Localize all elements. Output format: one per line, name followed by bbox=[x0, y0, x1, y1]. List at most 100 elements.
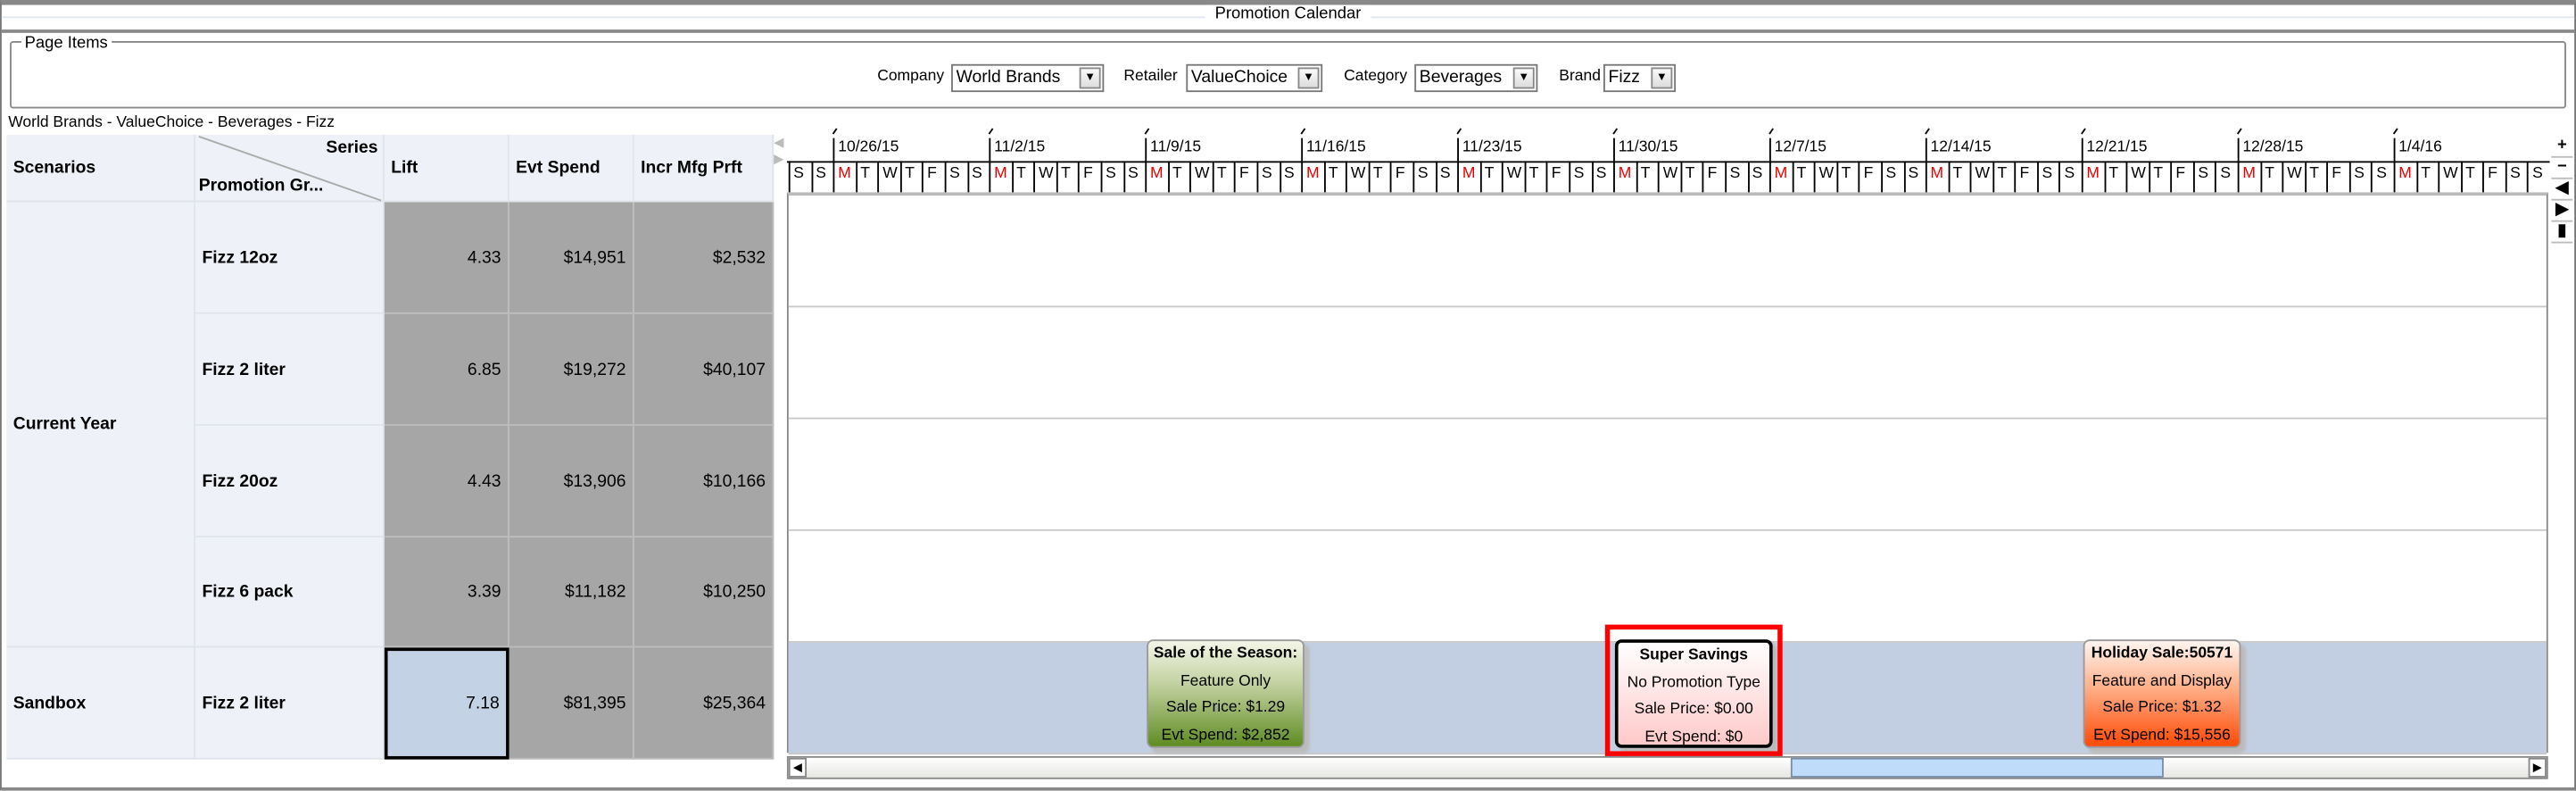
value-cell[interactable]: $25,364 bbox=[634, 647, 774, 760]
week-label: 10/26/15 bbox=[832, 137, 899, 162]
day-cell: M bbox=[2081, 161, 2104, 193]
scenario-sandbox: Sandbox bbox=[6, 647, 196, 760]
day-cell: T bbox=[2103, 161, 2126, 193]
card-type: Feature and Display bbox=[2091, 671, 2232, 690]
day-cell: T bbox=[1212, 161, 1234, 193]
day-cell: F bbox=[2482, 161, 2506, 193]
value-cell[interactable]: $13,906 bbox=[509, 425, 634, 538]
day-cell: W bbox=[877, 161, 900, 193]
company-label: Company bbox=[877, 67, 945, 86]
value-cell[interactable]: $40,107 bbox=[634, 313, 774, 426]
value-cell[interactable]: 4.33 bbox=[384, 202, 509, 314]
day-cell: S bbox=[944, 161, 967, 193]
day-cell: T bbox=[1323, 161, 1346, 193]
day-cell: S bbox=[810, 161, 833, 193]
scrollbar-thumb[interactable] bbox=[1790, 757, 2164, 778]
day-cell: T bbox=[1524, 161, 1546, 193]
value-cell[interactable]: $10,250 bbox=[634, 537, 774, 648]
category-value: Beverages bbox=[1419, 67, 1503, 87]
calendar-row bbox=[788, 307, 2547, 420]
day-cell: W bbox=[1189, 161, 1212, 193]
day-cell: W bbox=[1969, 161, 1992, 193]
promo-card-sale-of-the-season[interactable]: Sale of the Season: Feature Only Sale Pr… bbox=[1147, 639, 1305, 748]
day-cell: T bbox=[1167, 161, 1190, 193]
day-cell: S bbox=[1412, 161, 1435, 193]
day-cell: F bbox=[1390, 161, 1412, 193]
day-cell: F bbox=[2014, 161, 2037, 193]
value-cell[interactable]: 7.18 bbox=[384, 647, 509, 760]
day-cell: S bbox=[2348, 161, 2372, 193]
card-spend: Evt Spend: $15,556 bbox=[2093, 725, 2231, 745]
value-cell[interactable]: $10,166 bbox=[634, 425, 774, 538]
category-label: Category bbox=[1344, 67, 1408, 86]
week-label: 12/7/15 bbox=[1769, 137, 1826, 162]
scroll-back-icon[interactable]: ◀ bbox=[2551, 179, 2573, 201]
value-cell[interactable]: 3.39 bbox=[384, 537, 509, 648]
day-cell: S bbox=[1569, 161, 1591, 193]
zoom-out-icon[interactable]: − bbox=[2551, 158, 2573, 179]
day-cell: W bbox=[1502, 161, 1524, 193]
day-cell: S bbox=[1122, 161, 1146, 193]
day-cell: S bbox=[2192, 161, 2216, 193]
column-header-incr-mfg-prft[interactable]: Incr Mfg Prft bbox=[634, 134, 774, 203]
day-cell: S bbox=[1100, 161, 1123, 193]
scenario-current-year: Current Year bbox=[6, 202, 196, 648]
day-cell: T bbox=[1992, 161, 2015, 193]
company-select[interactable]: World Brands ▼ bbox=[951, 63, 1105, 93]
day-cell: M bbox=[1457, 161, 1479, 193]
scroll-right-icon[interactable]: ▶ bbox=[2528, 757, 2547, 778]
day-cell: S bbox=[1747, 161, 1769, 193]
today-icon[interactable]: ▮ bbox=[2551, 222, 2573, 244]
scroll-left-icon[interactable]: ◀ bbox=[788, 757, 808, 778]
week-label: 12/28/15 bbox=[2237, 137, 2303, 162]
value-cell[interactable]: $11,182 bbox=[509, 537, 634, 648]
day-cell: M bbox=[1926, 161, 1948, 193]
day-cell: T bbox=[1011, 161, 1034, 193]
category-select[interactable]: Beverages ▼ bbox=[1414, 63, 1538, 93]
day-cell: T bbox=[2259, 161, 2282, 193]
day-cell: W bbox=[2282, 161, 2305, 193]
horizontal-scrollbar[interactable]: ◀ ▶ bbox=[786, 755, 2548, 779]
day-cell: M bbox=[1613, 161, 1636, 193]
value-cell[interactable]: $14,951 bbox=[509, 202, 634, 314]
selected-event-highlight bbox=[1604, 624, 1783, 756]
card-title: Sale of the Season: bbox=[1153, 644, 1298, 663]
day-cell: F bbox=[1078, 161, 1101, 193]
retailer-select[interactable]: ValueChoice ▼ bbox=[1186, 63, 1323, 93]
card-price: Sale Price: $1.29 bbox=[1165, 698, 1286, 717]
chevron-down-icon[interactable]: ▼ bbox=[1297, 67, 1320, 89]
value-cell[interactable]: $19,272 bbox=[509, 313, 634, 426]
day-cell: F bbox=[1859, 161, 1881, 193]
page-items-panel: Page Items Company World Brands ▼ Retaile… bbox=[10, 34, 2566, 109]
column-header-lift[interactable]: Lift bbox=[384, 134, 509, 203]
day-cell: S bbox=[1591, 161, 1613, 193]
day-cell: T bbox=[1479, 161, 1502, 193]
value-cell[interactable]: $2,532 bbox=[634, 202, 774, 314]
promotion-group-cell: Fizz 6 pack bbox=[195, 537, 385, 648]
promotion-group-cell: Fizz 20oz bbox=[195, 425, 385, 538]
calendar-row bbox=[788, 420, 2547, 531]
brand-select[interactable]: Fizz ▼ bbox=[1603, 63, 1677, 93]
zoom-in-icon[interactable]: + bbox=[2551, 137, 2573, 158]
scroll-forward-icon[interactable]: ▶ bbox=[2551, 201, 2573, 222]
promotion-group-label: Promotion Gr... bbox=[198, 176, 324, 196]
chevron-down-icon[interactable]: ▼ bbox=[1512, 67, 1535, 89]
chevron-down-icon[interactable]: ▼ bbox=[1079, 67, 1101, 89]
promotion-group-cell: Fizz 2 liter bbox=[195, 313, 385, 426]
value-cell[interactable]: $81,395 bbox=[509, 647, 634, 760]
day-cell: T bbox=[1792, 161, 1814, 193]
day-cell: S bbox=[788, 161, 811, 193]
value-cell[interactable]: 6.85 bbox=[384, 313, 509, 426]
column-header-evt-spend[interactable]: Evt Spend bbox=[509, 134, 634, 203]
week-label: 11/16/15 bbox=[1301, 137, 1366, 162]
splitter-handle[interactable]: ◀ ▶ bbox=[774, 135, 783, 760]
promo-card-holiday-sale[interactable]: Holiday Sale:50571 Feature and Display S… bbox=[2083, 639, 2241, 748]
day-cell: F bbox=[1546, 161, 1569, 193]
day-cell: W bbox=[1814, 161, 1836, 193]
value-cell[interactable]: 4.43 bbox=[384, 425, 509, 538]
week-label: 11/2/15 bbox=[989, 137, 1045, 162]
day-cell: S bbox=[2505, 161, 2528, 193]
divider bbox=[1, 29, 2575, 33]
scenarios-header: Scenarios bbox=[6, 134, 196, 203]
chevron-down-icon[interactable]: ▼ bbox=[1651, 67, 1673, 89]
